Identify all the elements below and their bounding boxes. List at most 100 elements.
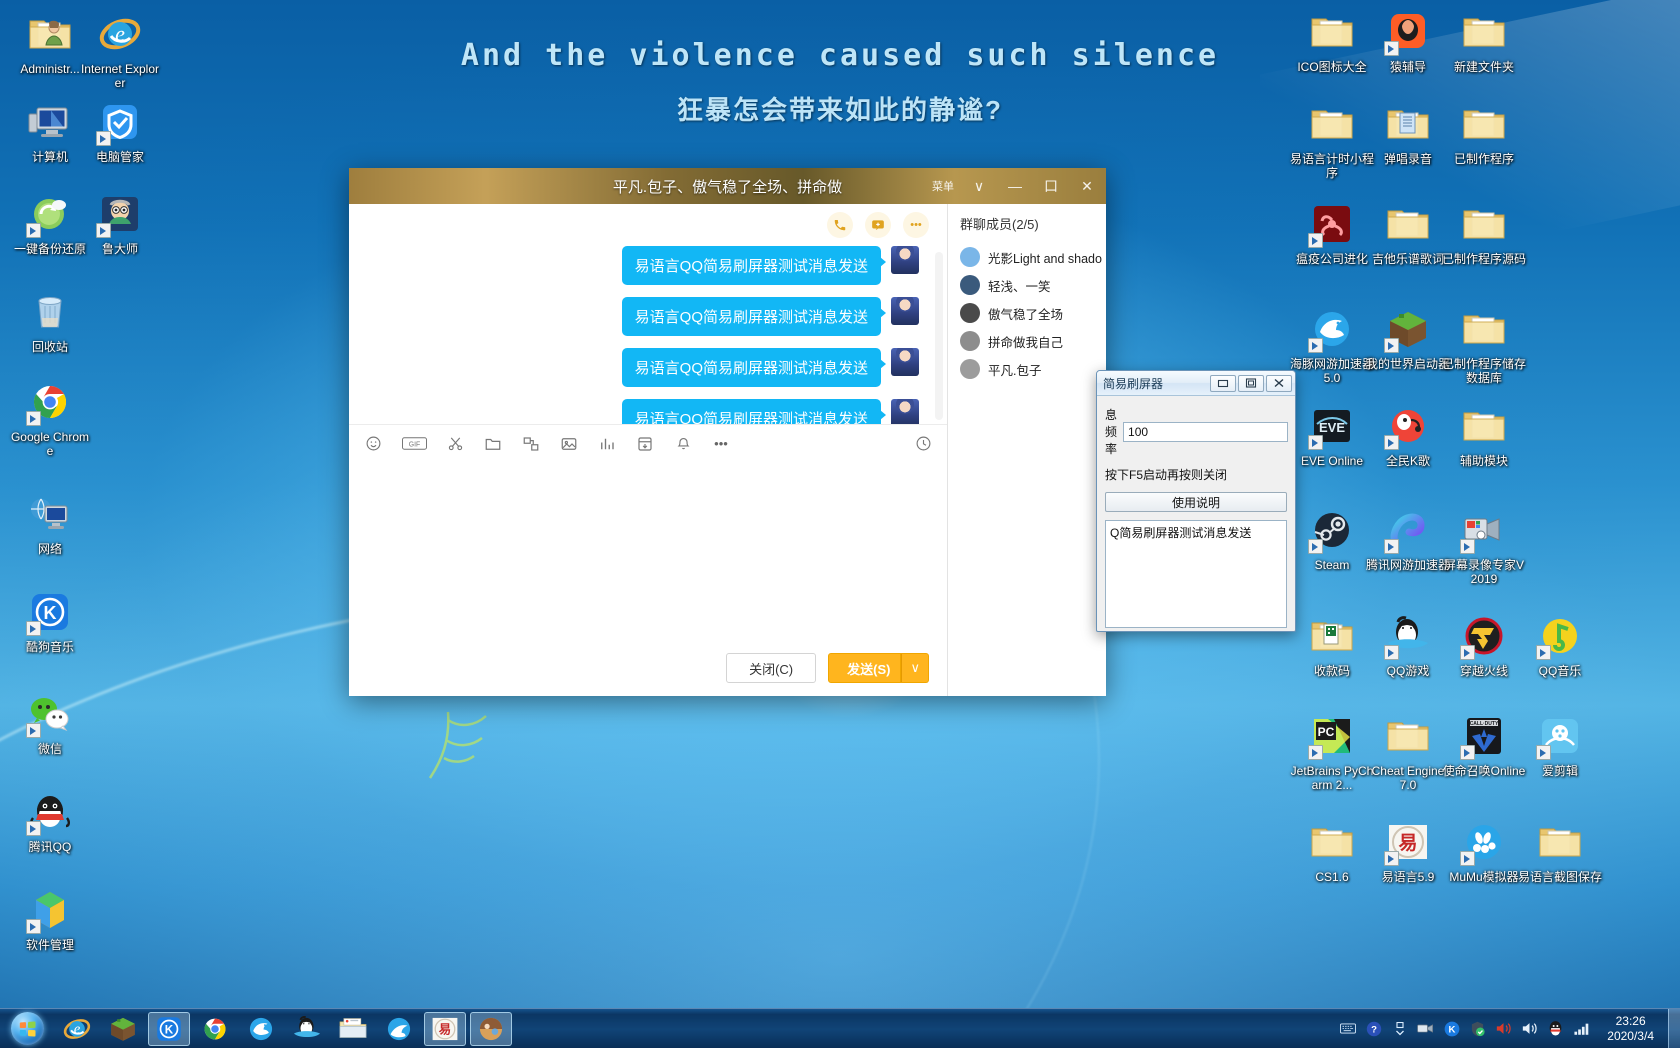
taskbar-google-chrome[interactable] <box>194 1012 236 1046</box>
folder-icon[interactable] <box>483 434 503 454</box>
qq-menu-button[interactable]: 菜单 <box>930 174 956 198</box>
desktop-icon-folder[interactable]: 已制作程序储存数据库 <box>1442 305 1526 385</box>
desktop-icon-folder[interactable]: 易语言计时小程序 <box>1290 100 1374 180</box>
qq-message-input[interactable] <box>349 462 947 640</box>
member-list-item[interactable]: 轻浅、一笑 <box>960 271 1106 299</box>
desktop-icon-wechat[interactable]: 微信 <box>8 690 92 756</box>
network-signal-icon[interactable] <box>1573 1020 1590 1037</box>
desktop-icon-folder[interactable]: 新建文件夹 <box>1442 8 1526 74</box>
taskbar-eyuyan[interactable]: 易 <box>424 1011 466 1046</box>
avatar[interactable] <box>891 297 919 325</box>
desktop-icon-folder[interactable]: ICO图标大全 <box>1290 8 1374 74</box>
desktop-icon-dolphin-accel[interactable]: 海豚网游加速器5.0 <box>1290 305 1374 385</box>
message-textarea[interactable]: Q简易刷屏器测试消息发送 <box>1105 520 1287 628</box>
close-button[interactable] <box>1266 374 1292 392</box>
desktop-icon-plague-inc[interactable]: 瘟疫公司进化 <box>1290 200 1374 266</box>
desktop-icon-network[interactable]: 网络 <box>8 490 92 556</box>
desktop-icon-kugou-music[interactable]: K 酷狗音乐 <box>8 588 92 654</box>
avatar[interactable] <box>891 348 919 376</box>
member-list-item[interactable]: 平凡.包子 <box>960 355 1106 383</box>
volume-mixer-icon[interactable] <box>1495 1020 1512 1037</box>
member-list-item[interactable]: 傲气稳了全场 <box>960 299 1106 327</box>
taskbar-clock[interactable]: 23:26 2020/3/4 <box>1599 1014 1662 1044</box>
desktop-icon-pycharm[interactable]: PC JetBrains PyCharm 2... <box>1290 712 1374 792</box>
frequency-input[interactable] <box>1123 421 1289 442</box>
desktop-icon-folder[interactable]: 已制作程序 <box>1442 100 1526 166</box>
qq-maximize-button[interactable]: 口 <box>1038 174 1064 198</box>
help-button[interactable]: 使用说明 <box>1105 492 1287 512</box>
emoji-icon[interactable] <box>363 434 383 454</box>
desktop-icon-eve-online[interactable]: EVE EVE Online <box>1290 402 1374 468</box>
shake-bell-icon[interactable] <box>673 434 693 454</box>
desktop-icon-qq-music[interactable]: QQ音乐 <box>1518 612 1602 678</box>
taskbar-file-explorer[interactable] <box>332 1012 374 1046</box>
qq-tray-icon[interactable] <box>1547 1020 1564 1037</box>
message-scrollbar-track[interactable] <box>935 252 943 420</box>
collect-icon[interactable] <box>635 434 655 454</box>
desktop-icon-call-of-duty[interactable]: CALL·DUTY 使命召唤Online <box>1442 712 1526 778</box>
desktop-icon-folder[interactable]: 辅助模块 <box>1442 402 1526 468</box>
taskbar-kugou-music[interactable]: K <box>148 1011 190 1046</box>
screenshot-scissors-icon[interactable] <box>445 434 465 454</box>
chat-message-bubble[interactable]: 易语言QQ简易刷屏器测试消息发送 <box>621 399 887 424</box>
desktop-icon-crossfire[interactable]: 穿越火线 <box>1442 612 1526 678</box>
send-options-chevron-down-icon[interactable]: ∨ <box>901 653 929 683</box>
show-desktop-button[interactable] <box>1668 1008 1680 1048</box>
taskbar-internet-explorer[interactable]: e <box>56 1012 98 1046</box>
desktop-icon-tencent-accel[interactable]: 腾讯网游加速器 <box>1366 506 1450 572</box>
desktop-icon-steam[interactable]: Steam <box>1290 506 1374 572</box>
taskbar-qq-chat[interactable] <box>470 1011 512 1046</box>
help-icon[interactable]: ? <box>1365 1020 1382 1037</box>
desktop-icon-tencent-qq[interactable]: 腾讯QQ <box>8 788 92 854</box>
gif-icon[interactable]: GIF <box>401 434 427 454</box>
chat-message-bubble[interactable]: 易语言QQ简易刷屏器测试消息发送 <box>621 348 887 387</box>
desktop-icon-folder[interactable]: 弹唱录音 <box>1366 100 1450 166</box>
desktop-icon-quanmin-ktv[interactable]: 全民K歌 <box>1366 402 1450 468</box>
desktop-icon-mumu-emulator[interactable]: MuMu模拟器 <box>1442 818 1526 884</box>
desktop-icon-eyuyan[interactable]: 易易语言5.9 <box>1366 818 1450 884</box>
more-icon[interactable]: ••• <box>903 212 929 238</box>
maximize-button[interactable] <box>1238 374 1264 392</box>
taskbar-minecraft[interactable] <box>102 1012 144 1046</box>
desktop-icon-folder[interactable]: 吉他乐谱歌词 <box>1366 200 1450 266</box>
taskbar-qq-game[interactable] <box>286 1012 328 1046</box>
avatar[interactable] <box>891 399 919 424</box>
member-list-item[interactable]: 拼命做我自己 <box>960 327 1106 355</box>
screen-recorder-tray-icon[interactable] <box>1417 1020 1434 1037</box>
avatar[interactable] <box>891 246 919 274</box>
minimize-button[interactable] <box>1210 374 1236 392</box>
desktop-icon-pc-manager[interactable]: 电脑管家 <box>78 98 162 164</box>
desktop-icon-chrome[interactable]: Google Chrome <box>8 378 92 458</box>
file-transfer-icon[interactable] <box>521 434 541 454</box>
desktop-icon-software-manager[interactable]: 软件管理 <box>8 886 92 952</box>
desktop-icon-aijianji[interactable]: 爱剪辑 <box>1518 712 1602 778</box>
qq-collapse-button[interactable]: ∨ <box>966 174 992 198</box>
kugou-tray-icon[interactable]: K <box>1443 1020 1460 1037</box>
desktop-icon-yuanfudao[interactable]: 猿辅导 <box>1366 8 1450 74</box>
desktop-icon-ludashi[interactable]: 鲁大师 <box>78 190 162 256</box>
taskbar[interactable]: eK易 ? K 23:26 2020/3/4 <box>0 1008 1680 1048</box>
tool-titlebar[interactable]: 简易刷屏器 <box>1097 371 1295 396</box>
more-tools-icon[interactable]: ••• <box>711 434 731 454</box>
image-icon[interactable] <box>559 434 579 454</box>
desktop-icon-internet-explorer[interactable]: e Internet Explorer <box>78 10 162 90</box>
taskbar-dolphin-accel[interactable] <box>240 1012 282 1046</box>
add-member-icon[interactable] <box>865 212 891 238</box>
desktop-icon-screen-recorder[interactable]: 屏幕录像专家V2019 <box>1442 506 1526 586</box>
desktop-icon-folder[interactable]: Cheat Engine 7.0 <box>1366 712 1450 792</box>
member-list-item[interactable]: 光影Light and shado <box>960 243 1106 271</box>
desktop-icon-qq-game[interactable]: QQ游戏 <box>1366 612 1450 678</box>
flood-tool-window[interactable]: 简易刷屏器 息频率 按下F5启动再按则关闭 使用说明 Q简易刷屏器测试消息发送 <box>1096 370 1296 632</box>
taskbar-qq-browser[interactable] <box>378 1012 420 1046</box>
chat-message-bubble[interactable]: 易语言QQ简易刷屏器测试消息发送 <box>621 297 887 336</box>
volume-icon[interactable] <box>1521 1020 1538 1037</box>
qq-minimize-button[interactable]: — <box>1002 174 1028 198</box>
show-hidden-icons-icon[interactable] <box>1391 1020 1408 1037</box>
qq-close-button[interactable]: ✕ <box>1074 174 1100 198</box>
desktop-icon-folder[interactable]: 易语言截图保存 <box>1518 818 1602 884</box>
chart-icon[interactable] <box>597 434 617 454</box>
close-button[interactable]: 关闭(C) <box>726 653 817 683</box>
desktop-icon-folder[interactable]: 已制作程序源码 <box>1442 200 1526 266</box>
chat-history-icon[interactable] <box>913 434 933 454</box>
send-button[interactable]: 发送(S) <box>828 653 902 683</box>
